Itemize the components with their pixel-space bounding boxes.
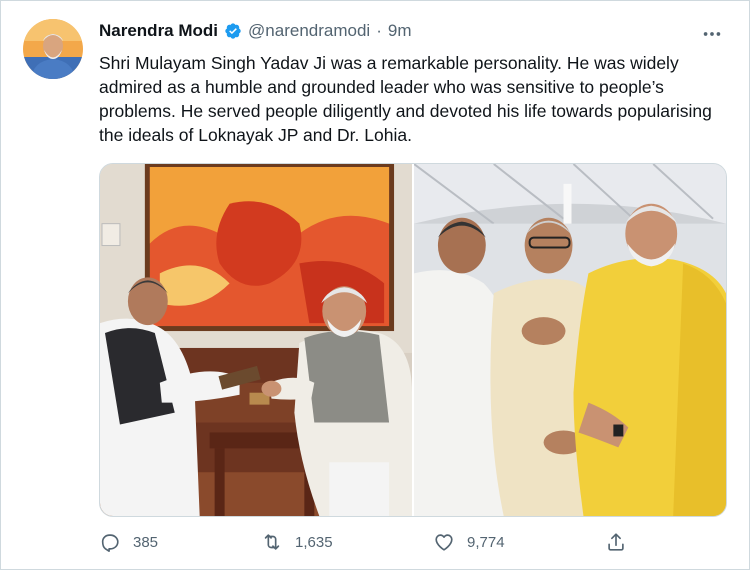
share-button[interactable] xyxy=(605,531,627,553)
like-button[interactable]: 9,774 xyxy=(433,531,505,553)
tweet-media xyxy=(99,163,727,517)
separator-dot: · xyxy=(376,21,382,40)
avatar-image xyxy=(23,19,83,79)
reply-button[interactable]: 385 xyxy=(99,531,158,553)
tweet-text: Shri Mulayam Singh Yadav Ji was a remark… xyxy=(99,53,712,145)
photo-2-image xyxy=(414,164,726,516)
reply-count: 385 xyxy=(133,533,159,551)
author-name[interactable]: Narendra Modi xyxy=(99,21,218,41)
retweet-count: 1,635 xyxy=(295,533,333,551)
reply-icon xyxy=(101,534,119,552)
tweet-card: Narendra Modi @narendramodi · 9m Shri Mu… xyxy=(0,0,750,570)
tweet-header: Narendra Modi @narendramodi · 9m xyxy=(99,21,411,41)
verified-badge-icon xyxy=(224,22,242,40)
tweet-timestamp[interactable]: 9m xyxy=(388,21,412,41)
retweet-icon xyxy=(264,534,280,550)
tweet-photo-1[interactable] xyxy=(100,164,412,516)
like-count: 9,774 xyxy=(467,533,505,551)
more-horizontal-icon[interactable] xyxy=(697,19,727,49)
tweet-photo-2[interactable] xyxy=(414,164,726,516)
tweet-actions: 385 1,635 9,774 xyxy=(99,531,639,561)
like-icon xyxy=(435,534,453,551)
share-icon xyxy=(608,533,624,551)
author-avatar[interactable] xyxy=(23,19,83,79)
retweet-button[interactable]: 1,635 xyxy=(261,531,333,553)
author-handle[interactable]: @narendramodi xyxy=(248,21,370,41)
photo-1-image xyxy=(100,164,412,516)
